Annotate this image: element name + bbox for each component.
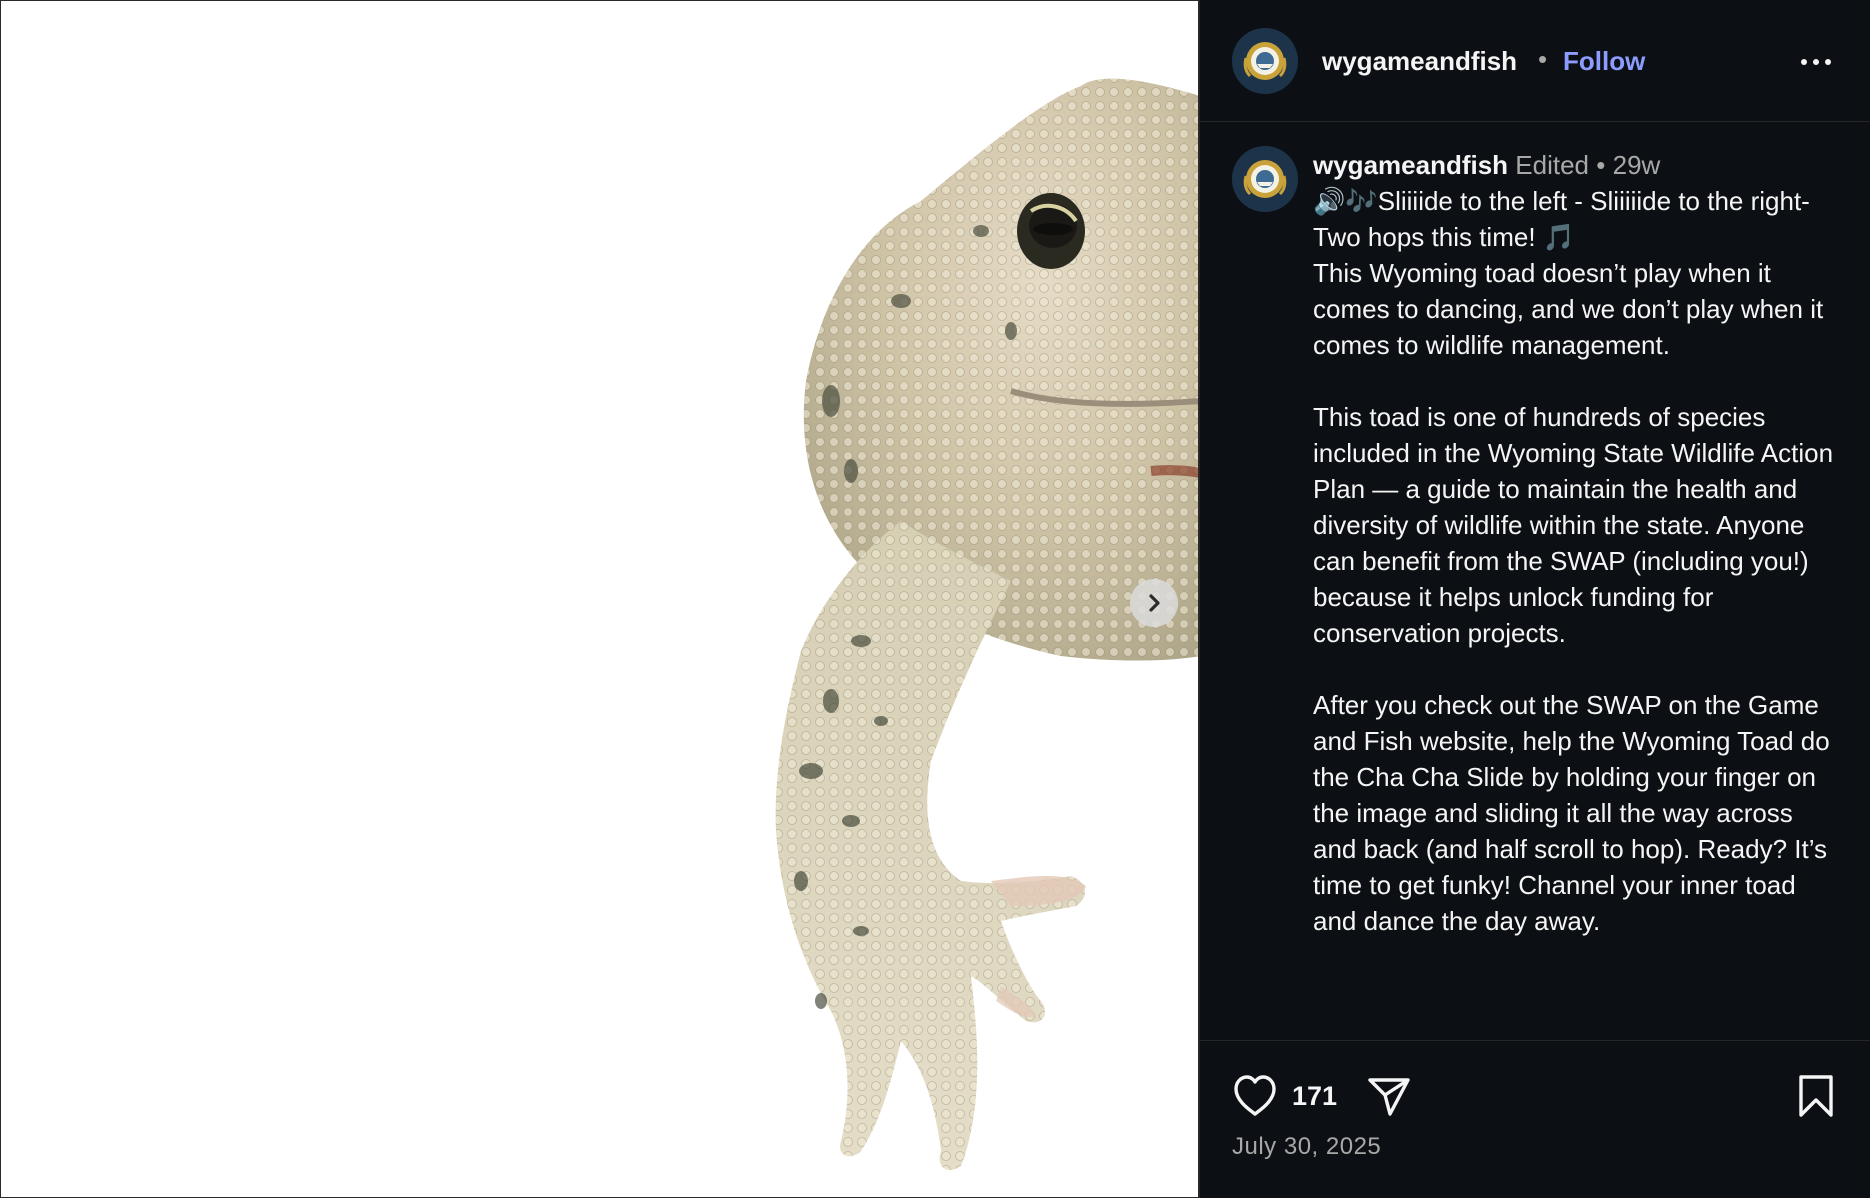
edited-label: Edited bbox=[1515, 150, 1590, 180]
caption-meta: wygameandfish Edited • 29w bbox=[1313, 147, 1843, 183]
next-slide-button[interactable] bbox=[1130, 579, 1178, 627]
agency-seal-icon bbox=[1232, 28, 1298, 94]
more-options-button[interactable] bbox=[1794, 44, 1838, 80]
caption-area[interactable]: wygameandfish Edited • 29w 🔊🎶Sliiiide to… bbox=[1200, 123, 1870, 1040]
post-side-panel: wygameandfish • Follow wygameandfish Edi… bbox=[1199, 0, 1870, 1198]
header-username[interactable]: wygameandfish bbox=[1322, 46, 1517, 77]
save-button[interactable] bbox=[1792, 1071, 1840, 1121]
caption-text: wygameandfish Edited • 29w 🔊🎶Sliiiide to… bbox=[1313, 147, 1843, 939]
follow-button[interactable]: Follow bbox=[1563, 46, 1645, 77]
caption-paragraph: This toad is one of hundreds of species … bbox=[1313, 402, 1834, 648]
agency-seal-icon bbox=[1232, 146, 1298, 212]
bookmark-icon bbox=[1799, 1075, 1833, 1117]
like-count[interactable]: 171 bbox=[1292, 1081, 1337, 1112]
post-header: wygameandfish • Follow bbox=[1200, 0, 1870, 122]
caption-paragraph: 🔊🎶Sliiiide to the left - Sliiiiide to th… bbox=[1313, 186, 1824, 360]
ellipsis-icon bbox=[1825, 59, 1831, 65]
instagram-post: wygameandfish • Follow wygameandfish Edi… bbox=[0, 0, 1870, 1198]
chevron-right-icon bbox=[1149, 594, 1160, 612]
header-separator: • bbox=[1538, 44, 1548, 74]
post-media[interactable] bbox=[0, 0, 1199, 1198]
ellipsis-icon bbox=[1801, 59, 1807, 65]
caption-paragraph: After you check out the SWAP on the Game… bbox=[1313, 690, 1830, 936]
avatar[interactable] bbox=[1232, 28, 1298, 94]
toad-photo bbox=[775, 78, 1198, 1171]
post-date[interactable]: July 30, 2025 bbox=[1232, 1133, 1381, 1161]
like-button[interactable] bbox=[1230, 1071, 1280, 1121]
heart-icon bbox=[1234, 1075, 1276, 1116]
share-button[interactable] bbox=[1364, 1071, 1414, 1121]
post-actions: 171 July 30, 2025 bbox=[1200, 1040, 1870, 1198]
caption-avatar[interactable] bbox=[1232, 146, 1298, 212]
ellipsis-icon bbox=[1813, 59, 1819, 65]
post-age[interactable]: 29w bbox=[1613, 150, 1661, 180]
paper-plane-icon bbox=[1368, 1078, 1410, 1116]
caption-separator: • bbox=[1596, 150, 1606, 180]
caption-username[interactable]: wygameandfish bbox=[1313, 150, 1508, 180]
